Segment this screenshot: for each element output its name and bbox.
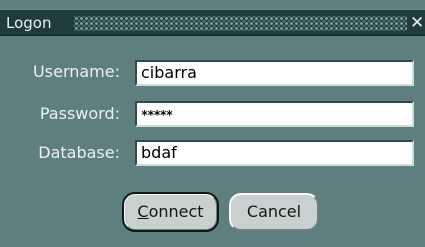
username-value: cibarra xyxy=(141,63,197,82)
password-label: Password: xyxy=(39,104,120,123)
title-bar[interactable]: Logon ✕ xyxy=(0,9,425,36)
connect-button[interactable]: Connect xyxy=(122,192,219,232)
password-field[interactable]: ***** xyxy=(135,101,414,127)
logon-dialog: Logon ✕ Username: cibarra Password: ****… xyxy=(0,0,425,247)
cancel-button[interactable]: Cancel xyxy=(229,193,319,231)
database-label: Database: xyxy=(38,143,120,162)
password-value: ***** xyxy=(141,108,173,122)
username-field[interactable]: cibarra xyxy=(135,60,414,86)
close-icon[interactable]: ✕ xyxy=(410,12,425,34)
username-label: Username: xyxy=(33,62,120,81)
window-title: Logon xyxy=(6,14,52,32)
database-value: bdaf xyxy=(141,143,177,162)
database-field[interactable]: bdaf xyxy=(135,140,414,166)
title-bar-grip-pattern xyxy=(74,16,407,31)
